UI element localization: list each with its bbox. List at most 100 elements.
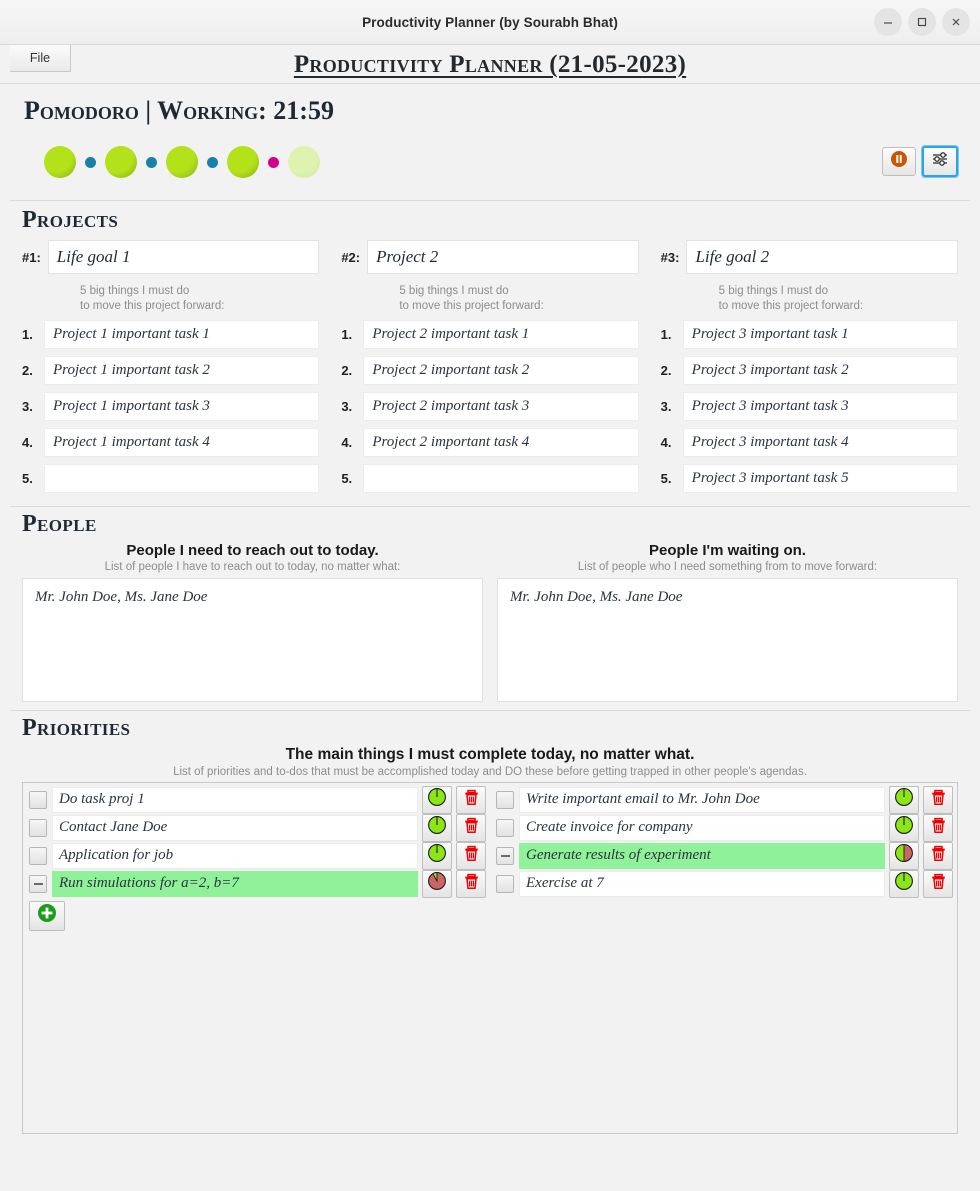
priorities-heading: The main things I must complete today, n… xyxy=(285,745,695,763)
people-grid: People I need to reach out to today. List… xyxy=(22,542,958,702)
priority-timer-button[interactable] xyxy=(889,813,919,842)
people-title: People xyxy=(22,510,97,537)
project-task-number: 5. xyxy=(341,470,353,486)
project-task-number: 3. xyxy=(660,398,672,414)
project-task-row: 3. Project 2 important task 3 xyxy=(341,391,639,421)
priority-delete-button[interactable] xyxy=(923,869,953,898)
add-priority-button[interactable] xyxy=(29,900,65,931)
project-task-input[interactable]: Project 3 important task 5 xyxy=(682,463,958,493)
project-task-row: 4. Project 2 important task 4 xyxy=(341,427,639,457)
trash-icon xyxy=(463,845,480,867)
project-task-number: 4. xyxy=(660,434,672,450)
priority-delete-button[interactable] xyxy=(923,785,953,814)
project-task-input[interactable]: Project 3 important task 2 xyxy=(682,355,958,385)
priority-checkbox[interactable] xyxy=(29,874,47,893)
project-task-row: 4. Project 3 important task 4 xyxy=(660,427,958,457)
project-task-input[interactable]: Project 2 important task 1 xyxy=(363,319,639,349)
pomodoro-heading: Pomodoro | Working: 21:59 xyxy=(24,96,334,125)
priority-timer-button[interactable] xyxy=(889,869,919,898)
people-textarea[interactable]: Mr. John Doe, Ms. Jane Doe xyxy=(497,577,958,702)
priority-checkbox[interactable] xyxy=(496,846,514,865)
pomodoro-marker-pending xyxy=(288,146,320,178)
project-task-input[interactable]: Project 2 important task 4 xyxy=(363,427,639,457)
project-name-input[interactable]: Project 2 xyxy=(367,240,639,274)
priority-text-input[interactable]: Exercise at 7 xyxy=(519,870,885,897)
project-task-input[interactable]: Project 3 important task 3 xyxy=(682,391,958,421)
trash-icon xyxy=(463,789,480,811)
priority-timer-button[interactable] xyxy=(889,841,919,870)
project-task-input[interactable]: Project 3 important task 4 xyxy=(682,427,958,457)
settings-button[interactable] xyxy=(922,146,958,177)
priority-text-input[interactable]: Run simulations for a=2, b=7 xyxy=(52,870,418,897)
priority-row: Generate results of experiment xyxy=(494,841,953,870)
priority-row: Do task proj 1 xyxy=(27,785,486,814)
priority-row: Write important email to Mr. John Doe xyxy=(494,785,953,814)
priority-timer-button[interactable] xyxy=(889,785,919,814)
priority-timer-button[interactable] xyxy=(422,785,452,814)
close-icon[interactable] xyxy=(942,8,970,36)
people-textarea[interactable]: Mr. John Doe, Ms. Jane Doe xyxy=(22,577,483,702)
project-task-input[interactable]: Project 2 important task 3 xyxy=(363,391,639,421)
project-task-input[interactable]: Project 1 important task 1 xyxy=(44,319,320,349)
priority-text-input[interactable]: Generate results of experiment xyxy=(519,842,885,869)
pie-timer-icon xyxy=(894,843,914,868)
projects-section: Projects #1: Life goal 1 5 big things I mu… xyxy=(0,201,980,506)
priority-delete-button[interactable] xyxy=(456,785,486,814)
priority-delete-button[interactable] xyxy=(456,869,486,898)
pomodoro-marker-done xyxy=(166,146,198,178)
project-task-row: 3. Project 1 important task 3 xyxy=(22,391,320,421)
priority-row: Exercise at 7 xyxy=(494,869,953,898)
priority-checkbox[interactable] xyxy=(29,818,47,837)
project-task-input[interactable]: Project 1 important task 2 xyxy=(44,355,320,385)
pomodoro-marker-break xyxy=(85,156,96,168)
project-task-input[interactable]: Project 3 important task 1 xyxy=(682,319,958,349)
people-heading: People I'm waiting on. xyxy=(649,541,806,559)
priority-timer-button[interactable] xyxy=(422,869,452,898)
project-name-input[interactable]: Life goal 1 xyxy=(47,240,320,274)
priority-text-input[interactable]: Create invoice for company xyxy=(519,814,885,841)
pause-button[interactable] xyxy=(882,147,916,176)
priorities-panel: Do task proj 1 Contact Jane Doe Applicatio… xyxy=(22,781,958,1134)
minimize-icon[interactable] xyxy=(874,8,902,36)
project-task-number: 3. xyxy=(22,398,33,414)
project-number-label: #1: xyxy=(22,249,41,265)
priority-delete-button[interactable] xyxy=(923,813,953,842)
priority-checkbox[interactable] xyxy=(29,846,47,865)
priority-timer-button[interactable] xyxy=(422,813,452,842)
project-task-row: 1. Project 3 important task 1 xyxy=(660,319,958,349)
project-task-number: 1. xyxy=(22,326,33,342)
project-task-row: 5. xyxy=(341,463,639,493)
minus-icon xyxy=(500,854,510,857)
priorities-subheading: List of priorities and to-dos that must … xyxy=(173,765,807,778)
maximize-icon[interactable] xyxy=(908,8,936,36)
sliders-icon xyxy=(931,150,949,173)
people-column-2: People I'm waiting on. List of people who… xyxy=(497,542,958,702)
project-column-1: #1: Life goal 1 5 big things I must do to m… xyxy=(22,240,320,500)
priority-text-input[interactable]: Application for job xyxy=(52,842,418,869)
project-task-input[interactable] xyxy=(44,463,320,493)
project-header: #1: Life goal 1 xyxy=(22,240,320,274)
project-task-number: 3. xyxy=(341,398,353,414)
priority-delete-button[interactable] xyxy=(456,841,486,870)
project-task-number: 1. xyxy=(660,326,672,342)
project-task-number: 2. xyxy=(660,362,672,378)
priority-checkbox[interactable] xyxy=(496,790,514,809)
priority-checkbox[interactable] xyxy=(496,818,514,837)
pomodoro-markers xyxy=(22,140,958,184)
project-task-input[interactable]: Project 2 important task 2 xyxy=(363,355,639,385)
project-task-input[interactable] xyxy=(363,463,639,493)
priority-timer-button[interactable] xyxy=(422,841,452,870)
project-task-row: 2. Project 2 important task 2 xyxy=(341,355,639,385)
priority-text-input[interactable]: Do task proj 1 xyxy=(52,786,418,813)
project-task-input[interactable]: Project 1 important task 3 xyxy=(44,391,320,421)
priority-checkbox[interactable] xyxy=(29,790,47,809)
priority-delete-button[interactable] xyxy=(456,813,486,842)
priority-text-input[interactable]: Write important email to Mr. John Doe xyxy=(519,786,885,813)
priority-checkbox[interactable] xyxy=(496,874,514,893)
project-task-row: 5. Project 3 important task 5 xyxy=(661,463,958,493)
project-task-row: 4. Project 1 important task 4 xyxy=(22,427,320,457)
project-task-input[interactable]: Project 1 important task 4 xyxy=(44,427,320,457)
project-name-input[interactable]: Life goal 2 xyxy=(686,240,958,274)
priority-text-input[interactable]: Contact Jane Doe xyxy=(52,814,418,841)
priority-delete-button[interactable] xyxy=(923,841,953,870)
